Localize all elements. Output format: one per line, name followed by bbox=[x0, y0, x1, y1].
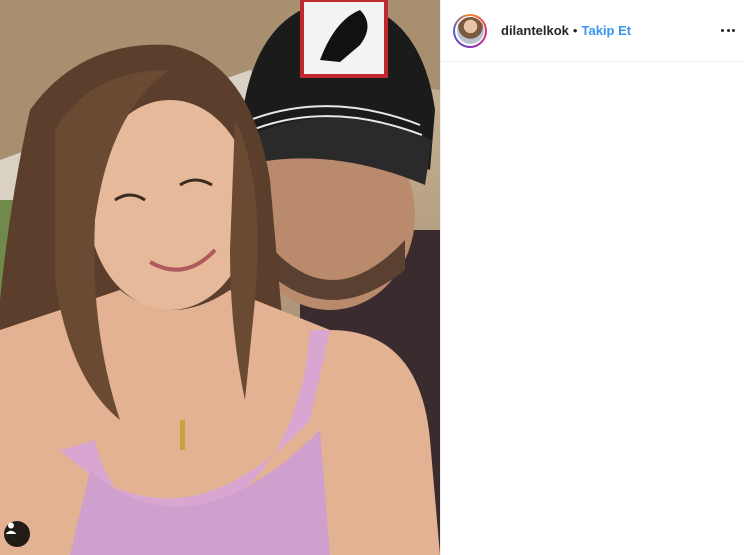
follow-button[interactable]: Takip Et bbox=[581, 23, 631, 38]
more-horizontal-icon bbox=[721, 29, 724, 32]
user-tag-button[interactable] bbox=[4, 521, 30, 547]
more-options-button[interactable] bbox=[720, 20, 736, 40]
post-photo[interactable] bbox=[0, 0, 440, 555]
divider bbox=[440, 0, 441, 555]
user-tag-icon bbox=[5, 522, 17, 534]
separator-dot: • bbox=[572, 23, 578, 38]
photo-illustration bbox=[0, 0, 440, 555]
avatar bbox=[456, 17, 484, 44]
avatar-story-ring[interactable] bbox=[453, 13, 487, 48]
post-header: dilantelkok • Takip Et bbox=[441, 0, 744, 62]
username-link[interactable]: dilantelkok bbox=[501, 23, 569, 38]
